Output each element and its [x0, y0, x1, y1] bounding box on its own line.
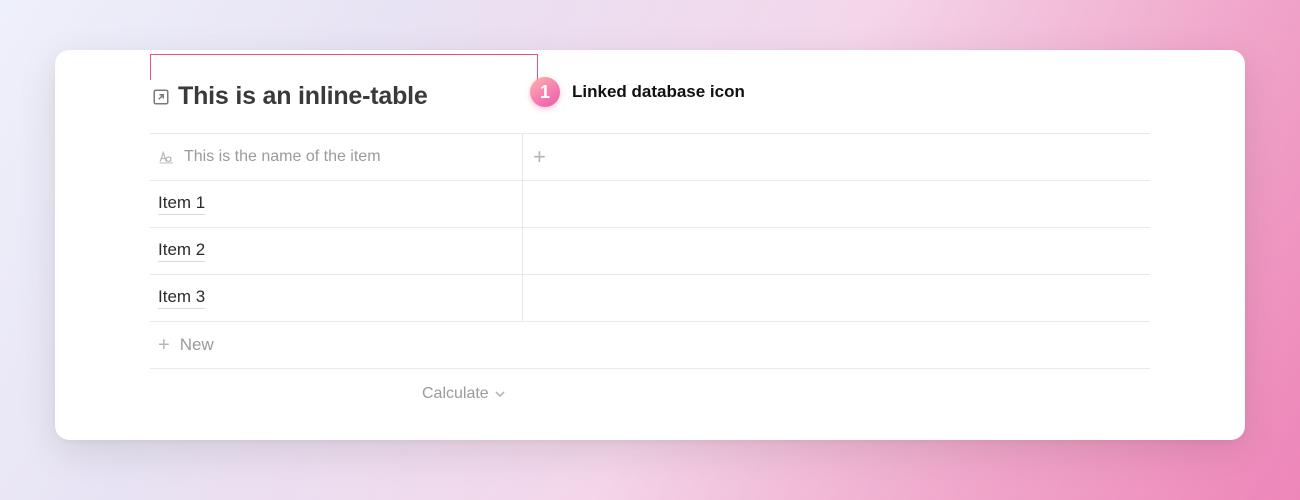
cell-name-text: Item 3	[158, 287, 205, 309]
callout-label: Linked database icon	[572, 82, 745, 102]
plus-icon: +	[533, 146, 546, 168]
new-row-label: New	[180, 335, 214, 355]
cell-name[interactable]: Item 1	[150, 193, 522, 215]
column-header-name[interactable]: This is the name of the item	[150, 148, 522, 166]
cell-name[interactable]: Item 2	[150, 240, 522, 262]
column-header-name-label: This is the name of the item	[184, 148, 381, 166]
add-column-button[interactable]: +	[522, 134, 1150, 180]
table-footer: Calculate	[150, 368, 1150, 418]
table-title[interactable]: This is an inline-table	[178, 82, 428, 111]
table-header-row: This is the name of the item +	[150, 133, 1150, 180]
table-row[interactable]: Item 2	[150, 227, 1150, 274]
cell-name[interactable]: Item 3	[150, 287, 522, 309]
chevron-down-icon	[495, 390, 505, 398]
callout-bracket	[150, 54, 538, 80]
new-row-button[interactable]: + New	[150, 321, 1150, 368]
cell-empty[interactable]	[522, 228, 1150, 274]
table-row[interactable]: Item 1	[150, 180, 1150, 227]
calculate-button[interactable]: Calculate	[422, 385, 505, 403]
linked-database-icon[interactable]	[150, 86, 172, 108]
cell-empty[interactable]	[522, 181, 1150, 227]
callout-badge: 1	[530, 77, 560, 107]
content-card: 1 Linked database icon This is an inline…	[55, 50, 1245, 440]
plus-icon: +	[158, 335, 170, 355]
inline-table: This is the name of the item + Item 1 It…	[150, 133, 1150, 418]
text-property-icon	[158, 150, 176, 164]
table-row[interactable]: Item 3	[150, 274, 1150, 321]
callout-badge-number: 1	[540, 82, 550, 103]
cell-name-text: Item 1	[158, 193, 205, 215]
cell-name-text: Item 2	[158, 240, 205, 262]
cell-empty[interactable]	[522, 275, 1150, 321]
table-title-row: 1 Linked database icon This is an inline…	[150, 82, 1150, 111]
calculate-label: Calculate	[422, 385, 489, 403]
